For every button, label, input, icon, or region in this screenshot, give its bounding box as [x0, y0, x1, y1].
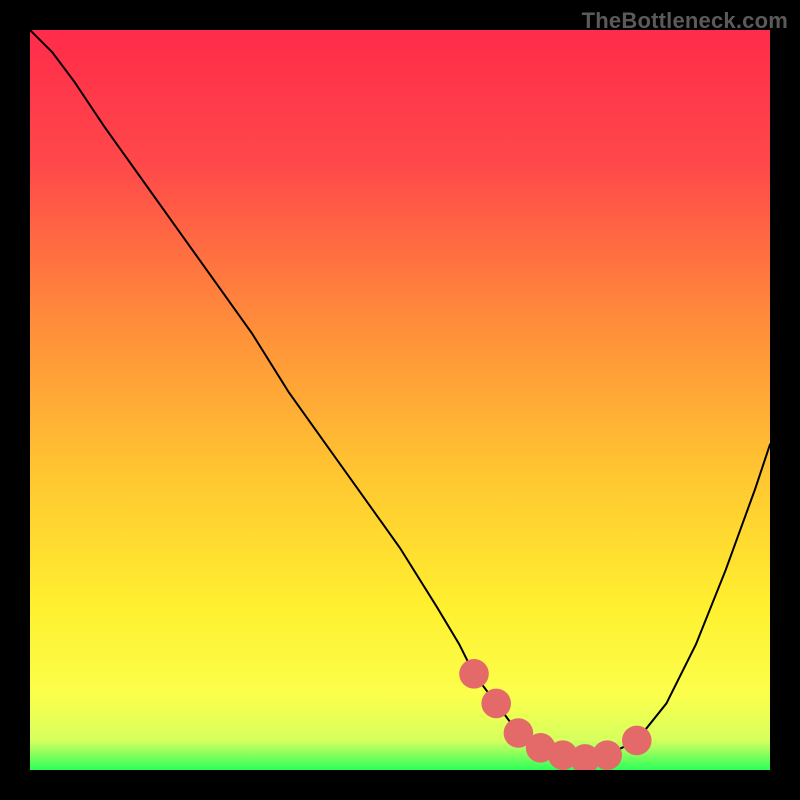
- chart-frame: TheBottleneck.com: [0, 0, 800, 800]
- bottleneck-marker: [592, 740, 622, 770]
- marker-layer: [30, 30, 770, 770]
- bottleneck-marker: [459, 659, 489, 689]
- bottleneck-marker: [481, 689, 511, 719]
- plot-area: [30, 30, 770, 770]
- bottleneck-marker: [622, 726, 652, 756]
